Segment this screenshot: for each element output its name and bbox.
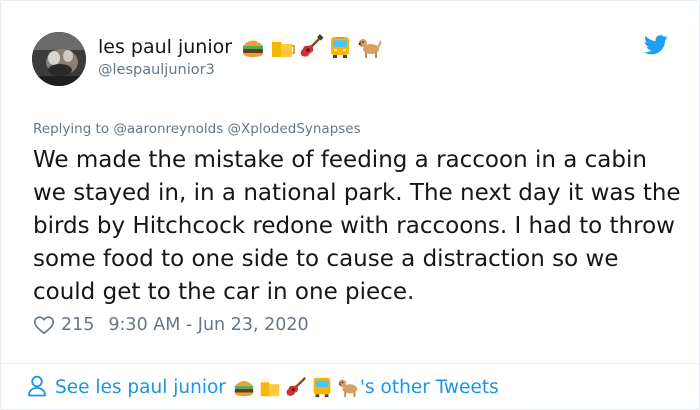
author-emoji-row <box>240 34 382 60</box>
tweet-timestamp[interactable]: 9:30 AM - Jun 23, 2020 <box>108 315 308 335</box>
bus-emoji-icon <box>310 375 334 399</box>
author-display-name[interactable]: les paul junior <box>98 36 232 58</box>
person-icon <box>27 375 49 399</box>
author-handle[interactable]: @lespauljunior3 <box>98 62 215 78</box>
beer-mugs-emoji-icon <box>269 34 295 60</box>
footer-emoji-row <box>232 375 360 399</box>
dog-emoji-icon <box>336 375 360 399</box>
see-other-tweets-suffix[interactable]: 's other Tweets <box>360 377 499 398</box>
author-name-row[interactable]: les paul junior <box>98 34 382 60</box>
bus-emoji-icon <box>327 34 353 60</box>
divider <box>1 363 700 364</box>
hamburger-emoji-icon <box>240 34 266 60</box>
tweet-text: We made the mistake of feeding a raccoon… <box>33 147 681 305</box>
avatar[interactable] <box>32 32 86 86</box>
guitar-emoji-icon <box>284 375 308 399</box>
mention-link[interactable]: @XplodedSynapses <box>228 121 361 137</box>
see-other-tweets-prefix[interactable]: See les paul junior <box>55 377 226 398</box>
see-other-tweets-link[interactable]: See les paul junior 's other Tweets <box>27 372 499 402</box>
replying-to-line: Replying to @aaronreynolds @XplodedSynap… <box>33 121 361 137</box>
heart-icon[interactable] <box>33 314 57 336</box>
tweet-meta-row: 215 9:30 AM - Jun 23, 2020 <box>33 312 309 338</box>
twitter-bird-icon[interactable] <box>644 34 668 56</box>
like-count[interactable]: 215 <box>61 315 94 335</box>
replying-to-label: Replying to <box>33 121 110 137</box>
mention-link[interactable]: @aaronreynolds <box>113 121 223 137</box>
tweet-card: les paul junior @lespauljunior3 Replying… <box>0 0 700 410</box>
guitar-emoji-icon <box>298 34 324 60</box>
hamburger-emoji-icon <box>232 375 256 399</box>
dog-emoji-icon <box>356 34 382 60</box>
beer-mugs-emoji-icon <box>258 375 282 399</box>
